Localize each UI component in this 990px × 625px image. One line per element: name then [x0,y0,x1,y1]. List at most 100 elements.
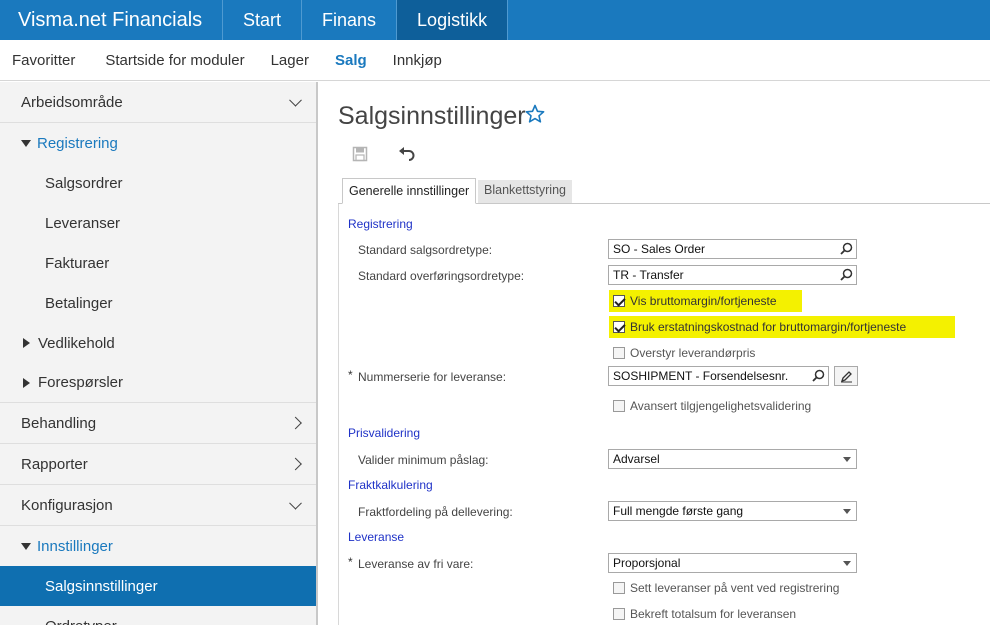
sidebar-label: Registrering [37,134,118,152]
salgsordretype-input[interactable]: SO - Sales Order [608,239,857,259]
checkbox-unchecked[interactable] [613,347,625,359]
select-value: Advarsel [613,452,660,466]
star-icon[interactable] [525,104,545,129]
chevron-down-icon [289,93,302,107]
tab-bar: Generelle innstillinger Blankettstyring [338,178,990,204]
input-value: TR - Transfer [613,268,684,282]
sidebar-item-ordretyper[interactable]: Ordretyper [0,606,316,625]
sidebar-item-betalinger[interactable]: Betalinger [0,283,316,323]
sidebar-label: Konfigurasjon [21,496,113,514]
dropdown-arrow-icon [843,457,851,462]
checkbox-label: Avansert tilgjengelighetsvalidering [630,399,812,413]
overforingsordretype-input[interactable]: TR - Transfer [608,265,857,285]
section-leveranse: Leveranse [348,530,405,544]
checkbox-label: Overstyr leverandørpris [630,346,756,360]
module-favoritter[interactable]: Favoritter [0,40,93,81]
topnav-start[interactable]: Start [222,0,301,40]
search-icon[interactable] [840,242,853,258]
sidebar-item-fakturaer[interactable]: Fakturaer [0,243,316,283]
sidebar-label: Innstillinger [37,537,113,555]
edit-numbering-button[interactable] [834,366,858,386]
sidebar-label: Arbeidsområde [21,93,123,111]
search-icon[interactable] [840,268,853,284]
sidebar-item-leveranser[interactable]: Leveranser [0,203,316,243]
fraktfordeling-select[interactable]: Full mengde første gang [608,501,857,521]
sidebar-label: Behandling [21,414,97,432]
sidebar-item-salgsinnstillinger[interactable]: Salgsinnstillinger [0,566,316,606]
label-text: Leveranse av fri vare: [358,557,474,571]
label-fri-vare: * Leveranse av fri vare: [348,555,474,571]
sidebar-group-registrering[interactable]: Registrering [0,123,316,163]
chevron-right-icon [289,457,302,471]
sidebar-label: Vedlikehold [38,334,115,352]
checkbox-avansert-tilgjengelighet[interactable]: Avansert tilgjengelighetsvalidering [613,397,811,415]
dropdown-arrow-icon [843,561,851,566]
sidebar-group-vedlikehold[interactable]: Vedlikehold [0,323,316,363]
section-prisvalidering: Prisvalidering [348,426,421,440]
label-overforingsordretype: Standard overføringsordretype: [358,269,525,283]
app-title[interactable]: Visma.net Financials [0,0,222,40]
checkbox-label: Vis bruttomargin/fortjeneste [630,294,777,308]
pencil-icon [840,370,853,388]
caret-right-icon [23,338,30,348]
checkbox-vis-bruttomargin[interactable]: Vis bruttomargin/fortjeneste [609,290,802,312]
checkbox-overstyr-leverandorpris[interactable]: Overstyr leverandørpris [613,344,755,362]
section-registrering: Registrering [348,217,413,231]
checkbox-label: Bruk erstatningskostnad for bruttomargin… [630,320,907,334]
checkbox-unchecked[interactable] [613,608,625,620]
checkbox-bruk-erstatningskostnad[interactable]: Bruk erstatningskostnad for bruttomargin… [609,316,955,338]
minimum-pslag-select[interactable]: Advarsel [608,449,857,469]
select-value: Full mengde første gang [613,504,744,518]
nummerserie-input[interactable]: SOSHIPMENT - Forsendelsesnr. [608,366,829,386]
caret-down-icon [21,139,31,147]
checkbox-unchecked[interactable] [613,400,625,412]
caret-right-icon [23,377,30,388]
sidebar-label: Forespørsler [38,374,124,391]
settings-form: Registrering Standard salgsordretype: SO… [338,204,990,625]
sidebar-label: Rapporter [21,455,88,473]
top-nav: Start Finans Logistikk [222,0,508,40]
dropdown-arrow-icon [843,509,851,514]
sidebar-item-salgsordrer[interactable]: Salgsordrer [0,163,316,203]
checkbox-checked[interactable] [613,295,625,307]
module-innkjop[interactable]: Innkjøp [381,40,456,81]
required-asterisk: * [348,368,353,382]
topnav-logistikk[interactable]: Logistikk [396,0,508,40]
required-asterisk: * [348,555,353,569]
top-bar-filler [507,0,990,40]
checkbox-label: Bekreft totalsum for leveransen [630,607,797,621]
module-salg[interactable]: Salg [323,40,381,81]
topnav-finans[interactable]: Finans [301,0,396,40]
sidebar-section-arbeidsomrade[interactable]: Arbeidsområde [0,82,316,123]
undo-icon[interactable] [398,146,416,167]
sidebar-section-rapporter[interactable]: Rapporter [0,444,316,485]
fri-vare-select[interactable]: Proporsjonal [608,553,857,573]
input-value: SO - Sales Order [613,242,706,256]
checkbox-sett-pa-vent[interactable]: Sett leveranser på vent ved registrering [613,579,839,597]
page-title: Salgsinnstillinger [338,102,526,130]
module-bar: Favoritter Startside for moduler Lager S… [0,40,990,81]
sidebar-section-konfigurasjon[interactable]: Konfigurasjon [0,485,316,526]
chevron-down-icon [289,496,302,510]
label-text: Nummerserie for leveranse: [358,370,507,384]
label-minimum-pslag: Valider minimum påslag: [358,453,489,467]
tab-blankettstyring[interactable]: Blankettstyring [478,180,572,203]
label-salgsordretype: Standard salgsordretype: [358,243,493,257]
search-icon[interactable] [812,369,825,385]
module-lager[interactable]: Lager [259,40,323,81]
sidebar-group-innstillinger[interactable]: Innstillinger [0,526,316,566]
chevron-right-icon [289,416,302,430]
checkbox-unchecked[interactable] [613,582,625,594]
sidebar-group-foresporsler[interactable]: Forespørsler [0,363,316,403]
input-value: SOSHIPMENT - Forsendelsesnr. [613,369,789,383]
sidebar-section-behandling[interactable]: Behandling [0,403,316,444]
section-fraktkalkulering: Fraktkalkulering [348,478,433,492]
module-startside[interactable]: Startside for moduler [93,40,258,81]
save-icon[interactable] [352,146,368,167]
select-value: Proporsjonal [613,556,681,570]
checkbox-label: Sett leveranser på vent ved registrering [630,581,840,595]
label-fraktfordeling: Fraktfordeling på dellevering: [358,505,513,519]
tab-generelle-innstillinger[interactable]: Generelle innstillinger [342,178,477,204]
checkbox-checked[interactable] [613,321,625,333]
checkbox-bekreft-totalsum[interactable]: Bekreft totalsum for leveransen [613,605,796,623]
